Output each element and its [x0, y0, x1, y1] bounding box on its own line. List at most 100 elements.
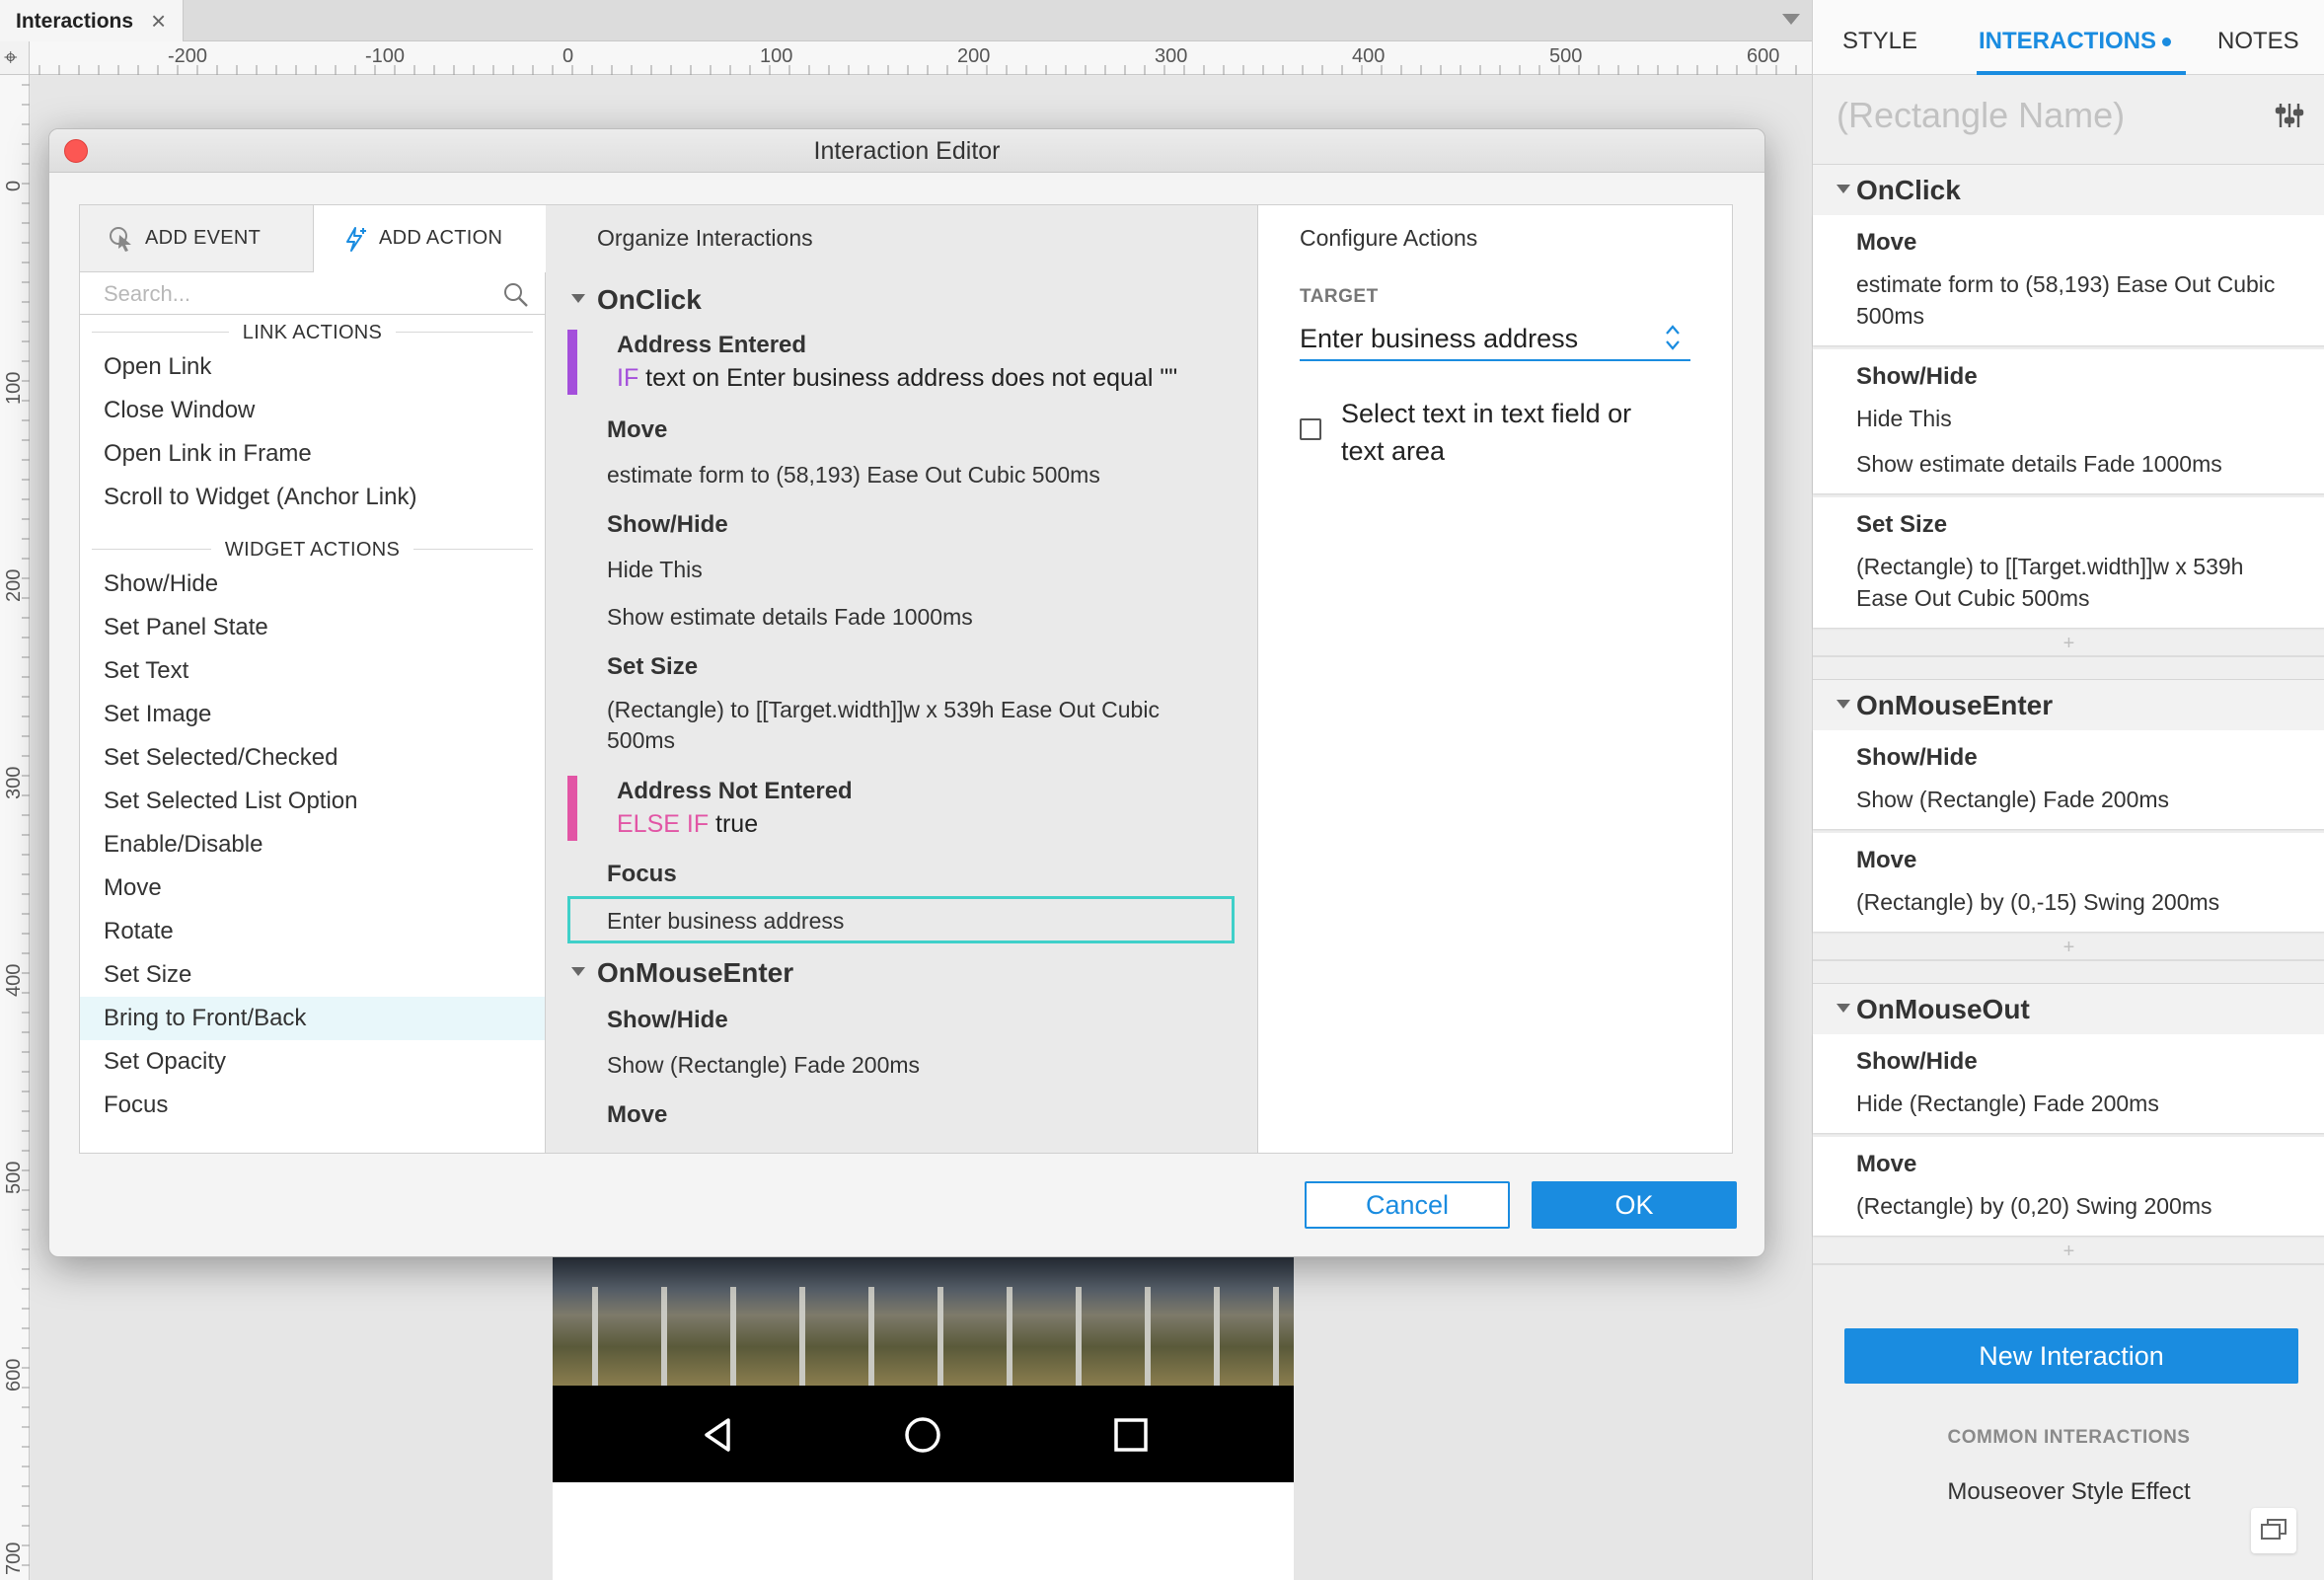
action-bring-to-front-back[interactable]: Bring to Front/Back: [80, 997, 545, 1040]
search-icon[interactable]: [502, 281, 530, 309]
select-text-checkbox-label[interactable]: Select text in text field or text area: [1341, 395, 1677, 470]
widget-name-field[interactable]: (Rectangle Name): [1837, 95, 2125, 136]
action-heading[interactable]: Move: [607, 416, 667, 444]
action-set-selected-list-option[interactable]: Set Selected List Option: [80, 780, 545, 823]
action-set-opacity[interactable]: Set Opacity: [80, 1040, 545, 1084]
ruler-origin-icon[interactable]: ⌖: [0, 41, 30, 75]
add-action-icon[interactable]: +: [1813, 1240, 2324, 1265]
action-detail[interactable]: Hide This: [607, 555, 1199, 585]
organize-heading: Organize Interactions: [597, 225, 813, 251]
action-card[interactable]: Move (Rectangle) by (0,20) Swing 200ms: [1813, 1137, 2324, 1236]
interaction-editor-dialog: Interaction Editor ADD EVENT ADD ACTION …: [48, 128, 1765, 1257]
action-rotate[interactable]: Rotate: [80, 910, 545, 953]
action-set-selected-checked[interactable]: Set Selected/Checked: [80, 736, 545, 780]
action-heading[interactable]: Focus: [607, 861, 677, 888]
event-onmouseenter[interactable]: OnMouseEnter: [571, 957, 793, 989]
action-heading[interactable]: Show/Hide: [607, 511, 728, 539]
action-detail[interactable]: Show estimate details Fade 1000ms: [607, 602, 1199, 633]
action-detail[interactable]: (Rectangle) to [[Target.width]]w x 539h …: [607, 695, 1199, 756]
back-icon[interactable]: [699, 1415, 738, 1455]
add-action-icon[interactable]: +: [1813, 632, 2324, 657]
action-heading[interactable]: Move: [607, 1101, 667, 1129]
action-heading: Show/Hide: [1856, 363, 1978, 390]
collapse-icon[interactable]: [1837, 700, 1850, 709]
collapse-icon[interactable]: [571, 967, 585, 977]
dialog-titlebar[interactable]: Interaction Editor: [49, 129, 1764, 173]
action-set-size[interactable]: Set Size: [80, 953, 545, 997]
tab-dropdown-icon[interactable]: [1782, 14, 1800, 25]
action-set-image[interactable]: Set Image: [80, 693, 545, 736]
add-action-button[interactable]: ADD ACTION: [313, 205, 546, 272]
add-event-button[interactable]: ADD EVENT: [80, 205, 313, 272]
tab-notes[interactable]: NOTES: [2217, 28, 2299, 55]
condition-name: Address Entered: [617, 332, 807, 358]
action-heading[interactable]: Set Size: [607, 653, 698, 681]
changes-dot-icon: [2162, 38, 2171, 47]
tab-interactions[interactable]: INTERACTIONS: [1979, 28, 2171, 55]
action-card[interactable]: Show/Hide Show (Rectangle) Fade 200ms: [1813, 730, 2324, 829]
event-onmouseout[interactable]: OnMouseOut: [1813, 983, 2324, 1034]
action-card[interactable]: Set Size (Rectangle) to [[Target.width]]…: [1813, 497, 2324, 628]
ruler-label: 200: [957, 45, 991, 67]
action-detail[interactable]: estimate form to (58,193) Ease Out Cubic…: [607, 460, 1199, 490]
condition-address-entered[interactable]: Address Entered IF text on Enter busines…: [567, 330, 1177, 395]
select-text-checkbox[interactable]: [1300, 418, 1321, 440]
cancel-button[interactable]: Cancel: [1305, 1181, 1510, 1229]
action-heading[interactable]: Show/Hide: [607, 1007, 728, 1034]
vertical-ruler: 0 100 200 300 400 500 600 700: [0, 75, 30, 1580]
ruler-label: 400: [3, 963, 25, 997]
action-open-link[interactable]: Open Link: [80, 345, 545, 389]
action-card[interactable]: Show/Hide Hide This Show estimate detail…: [1813, 349, 2324, 493]
ok-button[interactable]: OK: [1532, 1181, 1737, 1229]
action-detail: estimate form to (58,193) Ease Out Cubic…: [1856, 271, 2276, 329]
ruler-label: 100: [3, 371, 25, 405]
ruler-label: 100: [760, 45, 793, 67]
popout-icon[interactable]: [2251, 1508, 2296, 1553]
collapse-icon[interactable]: [1837, 185, 1850, 193]
chevron-up-down-icon: [1666, 325, 1680, 350]
tab-style[interactable]: STYLE: [1842, 28, 1917, 55]
action-focus[interactable]: Focus: [80, 1084, 545, 1127]
add-action-icon[interactable]: +: [1813, 936, 2324, 961]
event-onclick[interactable]: OnClick: [571, 284, 702, 316]
action-detail[interactable]: Enter business address: [607, 906, 1199, 937]
collapse-icon[interactable]: [1837, 1004, 1850, 1013]
home-icon[interactable]: [903, 1415, 942, 1455]
action-scroll-to-widget[interactable]: Scroll to Widget (Anchor Link): [80, 476, 545, 519]
recents-icon[interactable]: [1111, 1415, 1151, 1455]
action-card[interactable]: Show/Hide Hide (Rectangle) Fade 200ms: [1813, 1034, 2324, 1133]
action-detail: (Rectangle) by (0,-15) Swing 200ms: [1856, 889, 2220, 915]
action-heading: Move: [1856, 229, 1917, 256]
action-detail: Hide (Rectangle) Fade 200ms: [1856, 1091, 2159, 1116]
action-open-link-in-frame[interactable]: Open Link in Frame: [80, 432, 545, 476]
close-tab-icon[interactable]: ×: [151, 6, 166, 37]
event-onclick[interactable]: OnClick: [1813, 164, 2324, 215]
action-show-hide[interactable]: Show/Hide: [80, 563, 545, 606]
target-dropdown[interactable]: Enter business address: [1300, 316, 1690, 361]
solar-panels-photo[interactable]: [553, 1257, 1294, 1386]
target-value: Enter business address: [1300, 324, 1579, 353]
document-tab[interactable]: Interactions ×: [0, 0, 184, 41]
sliders-icon[interactable]: [2275, 101, 2304, 130]
search-input[interactable]: [104, 279, 488, 309]
action-move[interactable]: Move: [80, 866, 545, 910]
action-enable-disable[interactable]: Enable/Disable: [80, 823, 545, 866]
collapse-icon[interactable]: [571, 294, 585, 304]
condition-address-not-entered[interactable]: Address Not Entered ELSE IF true: [567, 776, 853, 841]
event-onmouseenter[interactable]: OnMouseEnter: [1813, 679, 2324, 730]
action-set-panel-state[interactable]: Set Panel State: [80, 606, 545, 649]
ruler-label: 0: [3, 180, 25, 191]
action-card[interactable]: Move estimate form to (58,193) Ease Out …: [1813, 215, 2324, 345]
ruler-label: 500: [3, 1161, 25, 1194]
action-card[interactable]: Move (Rectangle) by (0,-15) Swing 200ms: [1813, 833, 2324, 932]
action-close-window[interactable]: Close Window: [80, 389, 545, 432]
actions-library: ADD EVENT ADD ACTION LINK ACTIONS Open L…: [80, 205, 546, 1153]
new-interaction-button[interactable]: New Interaction: [1844, 1328, 2298, 1384]
event-name: OnMouseOut: [1856, 994, 2030, 1024]
ruler-label: 200: [3, 568, 25, 602]
mouseover-style-effect-link[interactable]: Mouseover Style Effect: [1813, 1478, 2324, 1506]
action-set-text[interactable]: Set Text: [80, 649, 545, 693]
condition-name: Address Not Entered: [617, 778, 853, 804]
action-detail[interactable]: Show (Rectangle) Fade 200ms: [607, 1050, 1199, 1081]
ruler-label: -100: [365, 45, 406, 67]
